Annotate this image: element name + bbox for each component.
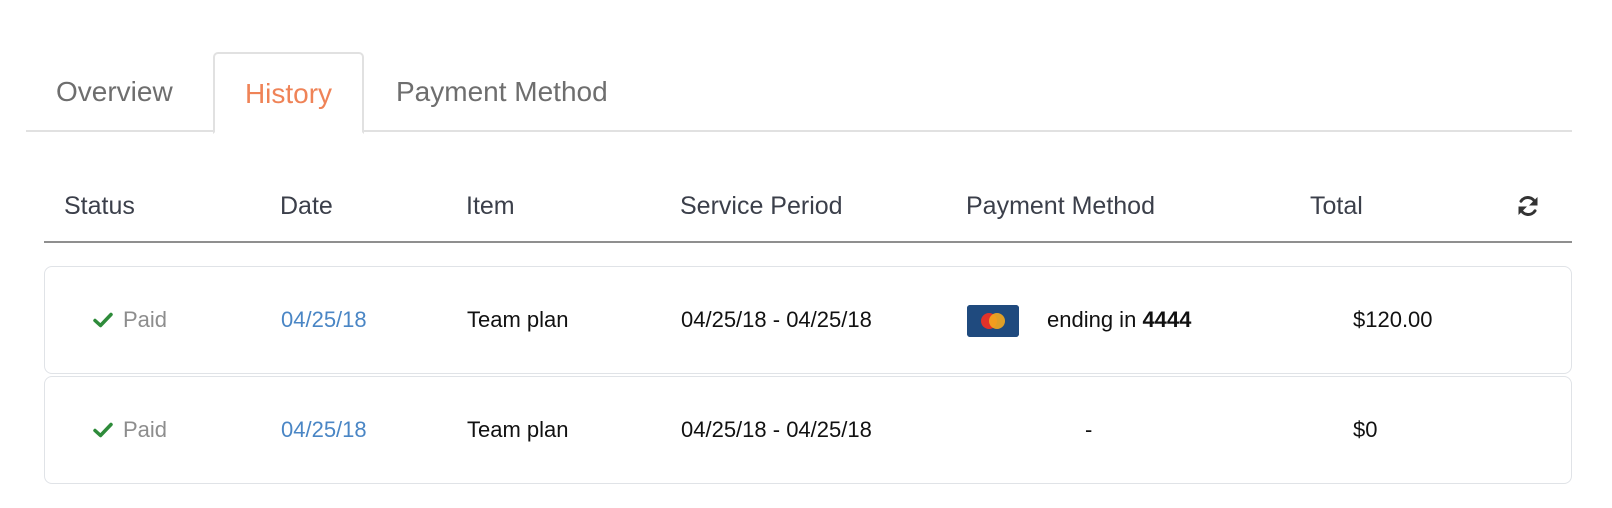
service-period-cell: 04/25/18 - 04/25/18: [681, 307, 872, 332]
payment-method-empty: -: [1085, 417, 1093, 442]
table-row: Paid 04/25/18 Team plan 04/25/18 - 04/25…: [44, 376, 1572, 484]
check-icon: [93, 422, 113, 438]
invoice-date-link[interactable]: 04/25/18: [281, 377, 367, 482]
tab-overview[interactable]: Overview: [56, 52, 173, 132]
column-header-item: Item: [466, 192, 515, 220]
history-table-header: Status Date Item Service Period Payment …: [44, 180, 1572, 243]
table-row: Paid 04/25/18 Team plan 04/25/18 - 04/25…: [44, 266, 1572, 374]
status-label: Paid: [123, 307, 168, 332]
card-ending-prefix: ending in: [1047, 307, 1137, 332]
service-period-cell: 04/25/18 - 04/25/18: [681, 417, 872, 442]
billing-tabs: Overview History Payment Method: [26, 52, 1572, 134]
refresh-icon[interactable]: [1516, 194, 1540, 218]
check-icon: [93, 312, 113, 328]
status-cell: Paid: [93, 267, 167, 372]
card-last4: 4444: [1142, 307, 1192, 332]
item-cell: Team plan: [467, 417, 569, 442]
column-header-service-period: Service Period: [680, 192, 843, 220]
tab-payment-method[interactable]: Payment Method: [396, 52, 608, 132]
card-ending-text: ending in 4444: [1047, 267, 1191, 372]
column-header-payment-method: Payment Method: [966, 192, 1155, 220]
item-cell: Team plan: [467, 307, 569, 332]
column-header-date: Date: [280, 192, 333, 220]
column-header-status: Status: [64, 192, 135, 220]
total-cell: $0: [1353, 417, 1378, 442]
mastercard-icon: [967, 305, 1019, 337]
status-label: Paid: [123, 417, 168, 442]
invoice-date-link[interactable]: 04/25/18: [281, 267, 367, 372]
status-cell: Paid: [93, 377, 167, 482]
column-header-total: Total: [1310, 192, 1363, 220]
tab-history[interactable]: History: [213, 52, 364, 134]
total-cell: $120.00: [1353, 307, 1433, 332]
